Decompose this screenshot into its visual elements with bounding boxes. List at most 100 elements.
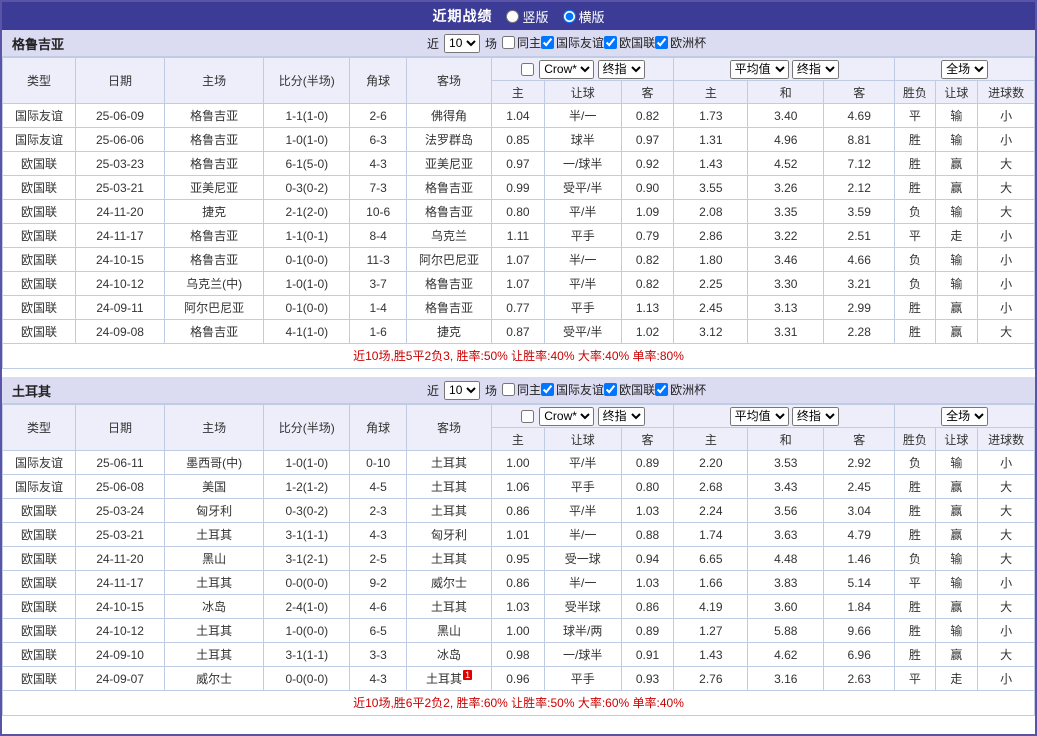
handicap: 半/一 xyxy=(544,523,621,547)
filter-checkbox[interactable] xyxy=(604,383,617,396)
match-type-badge: 欧国联 xyxy=(3,619,76,643)
filter-checkbox[interactable] xyxy=(541,36,554,49)
filter-checkbox[interactable] xyxy=(502,36,515,49)
vertical-layout-radio[interactable] xyxy=(506,10,519,23)
match-score: 1-0(1-0) xyxy=(264,128,350,152)
home-team: 土耳其 xyxy=(165,571,264,595)
average-select[interactable]: 平均值 xyxy=(730,407,789,426)
avg-draw-odds: 3.35 xyxy=(748,200,824,224)
match-score: 1-2(1-2) xyxy=(264,475,350,499)
result: 负 xyxy=(895,451,936,475)
full-match-select[interactable]: 全场 xyxy=(941,407,988,426)
goals-result: 小 xyxy=(978,224,1035,248)
avg-away-odds: 4.66 xyxy=(824,248,895,272)
away-odds: 0.94 xyxy=(621,547,674,571)
goals-result: 大 xyxy=(978,320,1035,344)
filter-checkbox-option[interactable]: 欧国联 xyxy=(604,381,655,398)
col-away: 客场 xyxy=(407,405,492,451)
away-team: 格鲁吉亚 xyxy=(407,272,492,296)
match-date: 24-11-20 xyxy=(75,547,164,571)
match-type-badge: 国际友谊 xyxy=(3,128,76,152)
filter-checkbox-option[interactable]: 国际友谊 xyxy=(541,34,604,51)
average-select[interactable]: 平均值 xyxy=(730,60,789,79)
handicap-result: 赢 xyxy=(935,176,978,200)
avg-home-odds: 2.25 xyxy=(674,272,748,296)
match-count-select[interactable]: 10 xyxy=(444,381,480,400)
result: 平 xyxy=(895,224,936,248)
bookmaker-checkbox[interactable] xyxy=(521,63,534,76)
filter-checkbox-option[interactable]: 欧洲杯 xyxy=(655,381,706,398)
goals-result: 大 xyxy=(978,200,1035,224)
filter-checkbox-option[interactable]: 欧国联 xyxy=(604,34,655,51)
handicap-result: 输 xyxy=(935,619,978,643)
handicap: 受平/半 xyxy=(544,176,621,200)
match-score: 1-0(1-0) xyxy=(264,272,350,296)
result: 负 xyxy=(895,272,936,296)
handicap: 平手 xyxy=(544,475,621,499)
filter-checkbox[interactable] xyxy=(655,383,668,396)
handicap-result: 输 xyxy=(935,547,978,571)
avg-away-odds: 2.51 xyxy=(824,224,895,248)
match-type-badge: 国际友谊 xyxy=(3,475,76,499)
handicap: 平手 xyxy=(544,224,621,248)
away-team: 土耳其 xyxy=(407,595,492,619)
filter-checkbox-label: 欧洲杯 xyxy=(670,34,706,51)
layout-option-horizontal[interactable]: 横版 xyxy=(563,7,605,26)
filter-checkbox[interactable] xyxy=(655,36,668,49)
match-row: 国际友谊25-06-06格鲁吉亚1-0(1-0)6-3法罗群岛0.85球半0.9… xyxy=(3,128,1035,152)
average-final-select[interactable]: 终指 xyxy=(792,60,839,79)
goals-result: 大 xyxy=(978,176,1035,200)
filter-checkbox-option[interactable]: 欧洲杯 xyxy=(655,34,706,51)
away-team: 亚美尼亚 xyxy=(407,152,492,176)
bookmaker-final-select[interactable]: 终指 xyxy=(598,60,645,79)
filter-checkbox-option[interactable]: 同主 xyxy=(502,381,541,398)
filter-checkbox-option[interactable]: 国际友谊 xyxy=(541,381,604,398)
avg-home-odds: 1.27 xyxy=(674,619,748,643)
home-team: 乌克兰(中) xyxy=(165,272,264,296)
filter-checkbox-label: 国际友谊 xyxy=(556,381,604,398)
avg-away-odds: 2.45 xyxy=(824,475,895,499)
page-title: 近期战绩 xyxy=(432,6,492,26)
avg-home-odds: 1.31 xyxy=(674,128,748,152)
handicap-result: 赢 xyxy=(935,475,978,499)
bookmaker-select[interactable]: Crow* xyxy=(539,60,594,79)
bookmaker-checkbox[interactable] xyxy=(521,410,534,423)
bookmaker-final-select[interactable]: 终指 xyxy=(598,407,645,426)
col-result: 胜负 xyxy=(895,428,936,451)
filter-checkbox[interactable] xyxy=(541,383,554,396)
layout-option-vertical[interactable]: 竖版 xyxy=(506,7,548,26)
avg-away-odds: 4.69 xyxy=(824,104,895,128)
handicap: 平手 xyxy=(544,296,621,320)
section-summary: 近10场,胜5平2负3, 胜率:50% 让胜率:40% 大率:40% 单率:80… xyxy=(2,344,1035,369)
bookmaker-select[interactable]: Crow* xyxy=(539,407,594,426)
home-odds: 0.80 xyxy=(492,200,545,224)
home-team: 墨西哥(中) xyxy=(165,451,264,475)
col-date: 日期 xyxy=(75,405,164,451)
filter-checkbox[interactable] xyxy=(604,36,617,49)
col-handicap-result: 让球 xyxy=(935,428,978,451)
match-type-badge: 国际友谊 xyxy=(3,451,76,475)
match-row: 欧国联24-09-11阿尔巴尼亚0-1(0-0)1-4格鲁吉亚0.77平手1.1… xyxy=(3,296,1035,320)
full-match-select[interactable]: 全场 xyxy=(941,60,988,79)
avg-away-odds: 2.92 xyxy=(824,451,895,475)
handicap: 平/半 xyxy=(544,200,621,224)
match-row: 欧国联25-03-21土耳其3-1(1-1)4-3匈牙利1.01半/一0.881… xyxy=(3,523,1035,547)
match-count-select[interactable]: 10 xyxy=(444,34,480,53)
away-team-note: 1 xyxy=(463,670,472,680)
handicap: 受平/半 xyxy=(544,320,621,344)
avg-away-odds: 6.96 xyxy=(824,643,895,667)
filter-checkbox-option[interactable]: 同主 xyxy=(502,34,541,51)
avg-home-odds: 6.65 xyxy=(674,547,748,571)
horizontal-layout-radio[interactable] xyxy=(563,10,576,23)
result: 平 xyxy=(895,104,936,128)
match-date: 24-11-17 xyxy=(75,224,164,248)
avg-away-odds: 2.63 xyxy=(824,667,895,691)
corner-count: 7-3 xyxy=(350,176,407,200)
average-final-select[interactable]: 终指 xyxy=(792,407,839,426)
avg-away-odds: 3.59 xyxy=(824,200,895,224)
bookmaker-odds-header: Crow* 终指 xyxy=(492,58,674,81)
filter-checkbox[interactable] xyxy=(502,383,515,396)
handicap-result: 输 xyxy=(935,104,978,128)
match-date: 25-06-09 xyxy=(75,104,164,128)
match-date: 24-09-10 xyxy=(75,643,164,667)
